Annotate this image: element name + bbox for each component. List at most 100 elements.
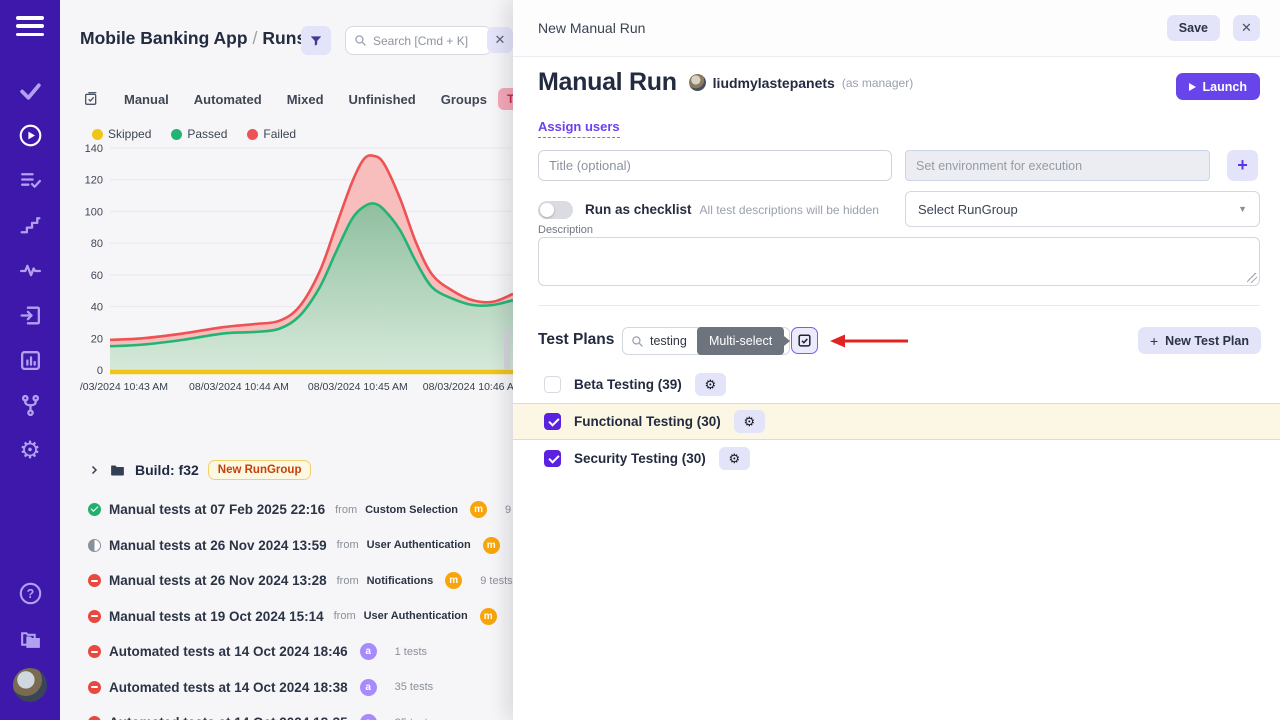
status-failed-icon [88, 681, 101, 694]
play-circle-icon[interactable] [0, 113, 60, 158]
settings-gear-icon[interactable]: ⚙ [0, 428, 60, 473]
checklist-icon[interactable] [0, 158, 60, 203]
runs-list: Manual tests at 07 Feb 2025 22:16fromCus… [60, 492, 513, 720]
tab-manual[interactable]: Manual [124, 92, 169, 107]
run-title: Manual tests at 26 Nov 2024 13:28 [109, 573, 327, 588]
breadcrumb: Mobile Banking App/Runs [80, 28, 306, 49]
plan-label: Beta Testing (39) [574, 377, 682, 392]
multi-select-button[interactable] [791, 327, 818, 354]
legend-dot [247, 129, 258, 140]
chevron-right-icon[interactable] [88, 464, 100, 476]
tab-unfinished[interactable]: Unfinished [349, 92, 416, 107]
test-plans-heading: Test Plans [538, 331, 614, 349]
svg-text:08/03/2024 10:46 AM: 08/03/2024 10:46 AM [423, 381, 513, 393]
run-source: User Authentication [364, 610, 468, 622]
activity-icon[interactable] [0, 248, 60, 293]
import-icon[interactable] [0, 293, 60, 338]
run-source: User Authentication [367, 539, 471, 551]
scrollbar-thumb[interactable] [504, 330, 510, 370]
svg-text:08/03/2024 10:45 AM: 08/03/2024 10:45 AM [308, 381, 408, 393]
status-failed-icon [88, 610, 101, 623]
new-test-plan-button[interactable]: + New Test Plan [1138, 327, 1261, 354]
run-source: Notifications [367, 575, 434, 587]
run-row[interactable]: Automated tests at 14 Oct 2024 18:38a35 … [60, 670, 513, 706]
svg-text:0: 0 [97, 365, 103, 377]
legend-item-passed: Passed [171, 127, 227, 141]
filter-icon [309, 34, 323, 48]
test-plan-row[interactable]: Functional Testing (30)⚙ [513, 403, 1280, 440]
filter-button[interactable] [301, 26, 331, 55]
run-tests-count: 9 tests [480, 575, 512, 587]
tab-mixed[interactable]: Mixed [287, 92, 324, 107]
test-plan-row[interactable]: Security Testing (30)⚙ [513, 440, 1280, 477]
sidebar-nav: ⚙ [0, 68, 60, 473]
rungroup-select[interactable]: Select RunGroup ▼ [905, 191, 1260, 227]
svg-text:?: ? [26, 586, 34, 600]
run-row[interactable]: Automated tests at 14 Oct 2024 18:35a35 … [60, 705, 513, 720]
close-icon[interactable]: ✕ [487, 27, 513, 53]
plan-settings-button[interactable]: ⚙ [734, 410, 765, 433]
plan-checkbox[interactable] [544, 376, 561, 393]
svg-text:120: 120 [85, 175, 103, 187]
save-button[interactable]: Save [1167, 15, 1220, 41]
test-plan-row[interactable]: Beta Testing (39) ⚙ [513, 366, 1280, 403]
description-textarea[interactable] [538, 237, 1260, 286]
tab-automated[interactable]: Automated [194, 92, 262, 107]
runs-list-icon[interactable] [83, 91, 99, 107]
run-row[interactable]: Manual tests at 19 Oct 2024 15:14fromUse… [60, 599, 513, 635]
app-sidebar: ⚙ ? [0, 0, 60, 720]
automated-badge: a [360, 643, 377, 660]
divider [538, 305, 1260, 306]
report-icon[interactable] [0, 338, 60, 383]
modal-title: New Manual Run [538, 20, 645, 36]
svg-text:08/03/2024 10:43 AM: 08/03/2024 10:43 AM [80, 381, 168, 393]
help-icon[interactable]: ? [0, 570, 60, 616]
run-title: Manual tests at 07 Feb 2025 22:16 [109, 502, 325, 517]
plan-checkbox[interactable] [544, 450, 561, 467]
breadcrumb-project[interactable]: Mobile Banking App [80, 28, 248, 48]
svg-text:80: 80 [91, 238, 103, 250]
check-icon[interactable] [0, 68, 60, 113]
run-row[interactable]: Manual tests at 26 Nov 2024 13:59fromUse… [60, 528, 513, 564]
user-avatar[interactable] [0, 662, 60, 708]
run-title: Manual tests at 26 Nov 2024 13:59 [109, 538, 327, 553]
branch-icon[interactable] [0, 383, 60, 428]
run-row[interactable]: Automated tests at 14 Oct 2024 18:46a1 t… [60, 634, 513, 670]
run-from-label: from [334, 610, 356, 622]
plan-settings-button[interactable]: ⚙ [719, 447, 750, 470]
projects-icon[interactable] [0, 616, 60, 662]
assign-users-link[interactable]: Assign users [538, 119, 620, 138]
plan-settings-button[interactable]: ⚙ [695, 373, 726, 396]
environment-input[interactable] [905, 150, 1210, 181]
run-tests-count: 9 tests [505, 504, 513, 516]
search-input[interactable] [373, 34, 483, 48]
run-from-label: from [335, 504, 357, 516]
chart-legend: SkippedPassedFailed [92, 127, 296, 141]
launch-button[interactable]: Launch [1176, 73, 1260, 100]
manual-badge: m [445, 572, 462, 589]
avatar [689, 74, 706, 91]
status-failed-icon [88, 716, 101, 720]
search-icon [354, 34, 367, 47]
rungroup-label: Build: f32 [135, 462, 199, 478]
run-title: Automated tests at 14 Oct 2024 18:46 [109, 644, 348, 659]
multi-select-tooltip: Multi-select [697, 327, 784, 355]
tab-groups[interactable]: Groups [441, 92, 487, 107]
manager-user[interactable]: liudmylastepanets (as manager) [689, 74, 914, 91]
steps-icon[interactable] [0, 203, 60, 248]
run-row[interactable]: Manual tests at 26 Nov 2024 13:28fromNot… [60, 563, 513, 599]
status-passed-icon [88, 503, 101, 516]
status-in-progress-icon [88, 539, 101, 552]
run-as-checklist-toggle[interactable] [538, 201, 573, 219]
run-title-input[interactable] [538, 150, 892, 181]
gear-icon: ⚙ [704, 377, 716, 393]
plan-checkbox[interactable] [544, 413, 561, 430]
run-row[interactable]: Manual tests at 07 Feb 2025 22:16fromCus… [60, 492, 513, 528]
search-box [345, 26, 492, 55]
rungroup-row[interactable]: Build: f32 New RunGroup [88, 460, 311, 480]
annotation-arrow [825, 332, 910, 350]
add-environment-button[interactable]: + [1227, 150, 1258, 181]
close-icon[interactable]: ✕ [1233, 15, 1260, 41]
menu-icon[interactable] [16, 13, 44, 39]
status-badge[interactable]: T [498, 88, 513, 110]
